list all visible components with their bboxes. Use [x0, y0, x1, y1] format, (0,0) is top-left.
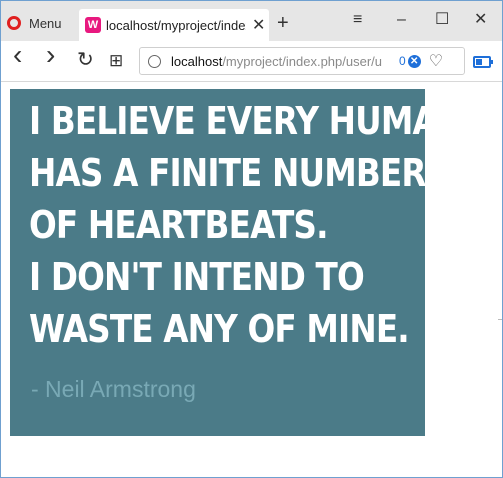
- wamp-favicon-icon: W: [85, 17, 101, 33]
- maximize-button[interactable]: ☐: [435, 11, 449, 29]
- quote-line: has a finite number: [29, 151, 427, 195]
- adblock-shield-icon: ✕: [407, 54, 421, 68]
- quote-image: I believe every human has a finite numbe…: [10, 89, 464, 436]
- speed-dial-icon[interactable]: ⊞: [109, 51, 123, 71]
- reload-button[interactable]: ↻: [77, 50, 94, 70]
- navigation-toolbar: ‹ › ↻ ⊞ localhost/myproject/index.php/us…: [1, 41, 502, 82]
- menu-label: Menu: [29, 15, 62, 31]
- url-host: localhost: [171, 53, 223, 69]
- url-path: /myproject/index.php/user/u: [222, 53, 383, 69]
- tab-strip: Menu W localhost/myproject/index ✕ + ≡ –…: [1, 1, 502, 41]
- close-window-button[interactable]: ✕: [474, 11, 487, 29]
- forward-button[interactable]: ›: [46, 41, 55, 69]
- tab-menu-icon[interactable]: ≡: [353, 11, 362, 29]
- quote-line: I believe every human: [29, 99, 464, 143]
- quote-line: waste any of mine.: [29, 307, 410, 351]
- url-text[interactable]: localhost/myproject/index.php/user/u: [171, 54, 393, 69]
- quote-author: - Neil Armstrong: [31, 376, 196, 402]
- opera-menu-button[interactable]: Menu: [7, 14, 62, 32]
- quote-line: I don't intend to: [29, 255, 365, 299]
- address-bar[interactable]: localhost/myproject/index.php/user/u 0 ✕…: [139, 47, 465, 75]
- adblock-count: 0: [399, 54, 406, 68]
- tab-title: localhost/myproject/index: [106, 17, 246, 33]
- opera-logo-icon: [7, 16, 21, 30]
- new-tab-button[interactable]: +: [277, 13, 289, 33]
- globe-icon: [148, 54, 161, 68]
- bookmark-heart-icon[interactable]: ♡: [429, 51, 443, 71]
- battery-saver-icon[interactable]: [473, 56, 493, 68]
- tab-localhost[interactable]: W localhost/myproject/index ✕: [79, 9, 269, 41]
- quote-line: of heartbeats.: [29, 203, 328, 247]
- back-button[interactable]: ‹: [13, 41, 22, 69]
- divider: [498, 319, 502, 320]
- minimize-button[interactable]: –: [397, 11, 406, 29]
- browser-window: Menu W localhost/myproject/index ✕ + ≡ –…: [0, 0, 503, 478]
- quote-text: I believe every human has a finite numbe…: [29, 95, 464, 355]
- adblock-indicator[interactable]: 0 ✕: [399, 54, 421, 68]
- tab-close-icon[interactable]: ✕: [252, 15, 265, 35]
